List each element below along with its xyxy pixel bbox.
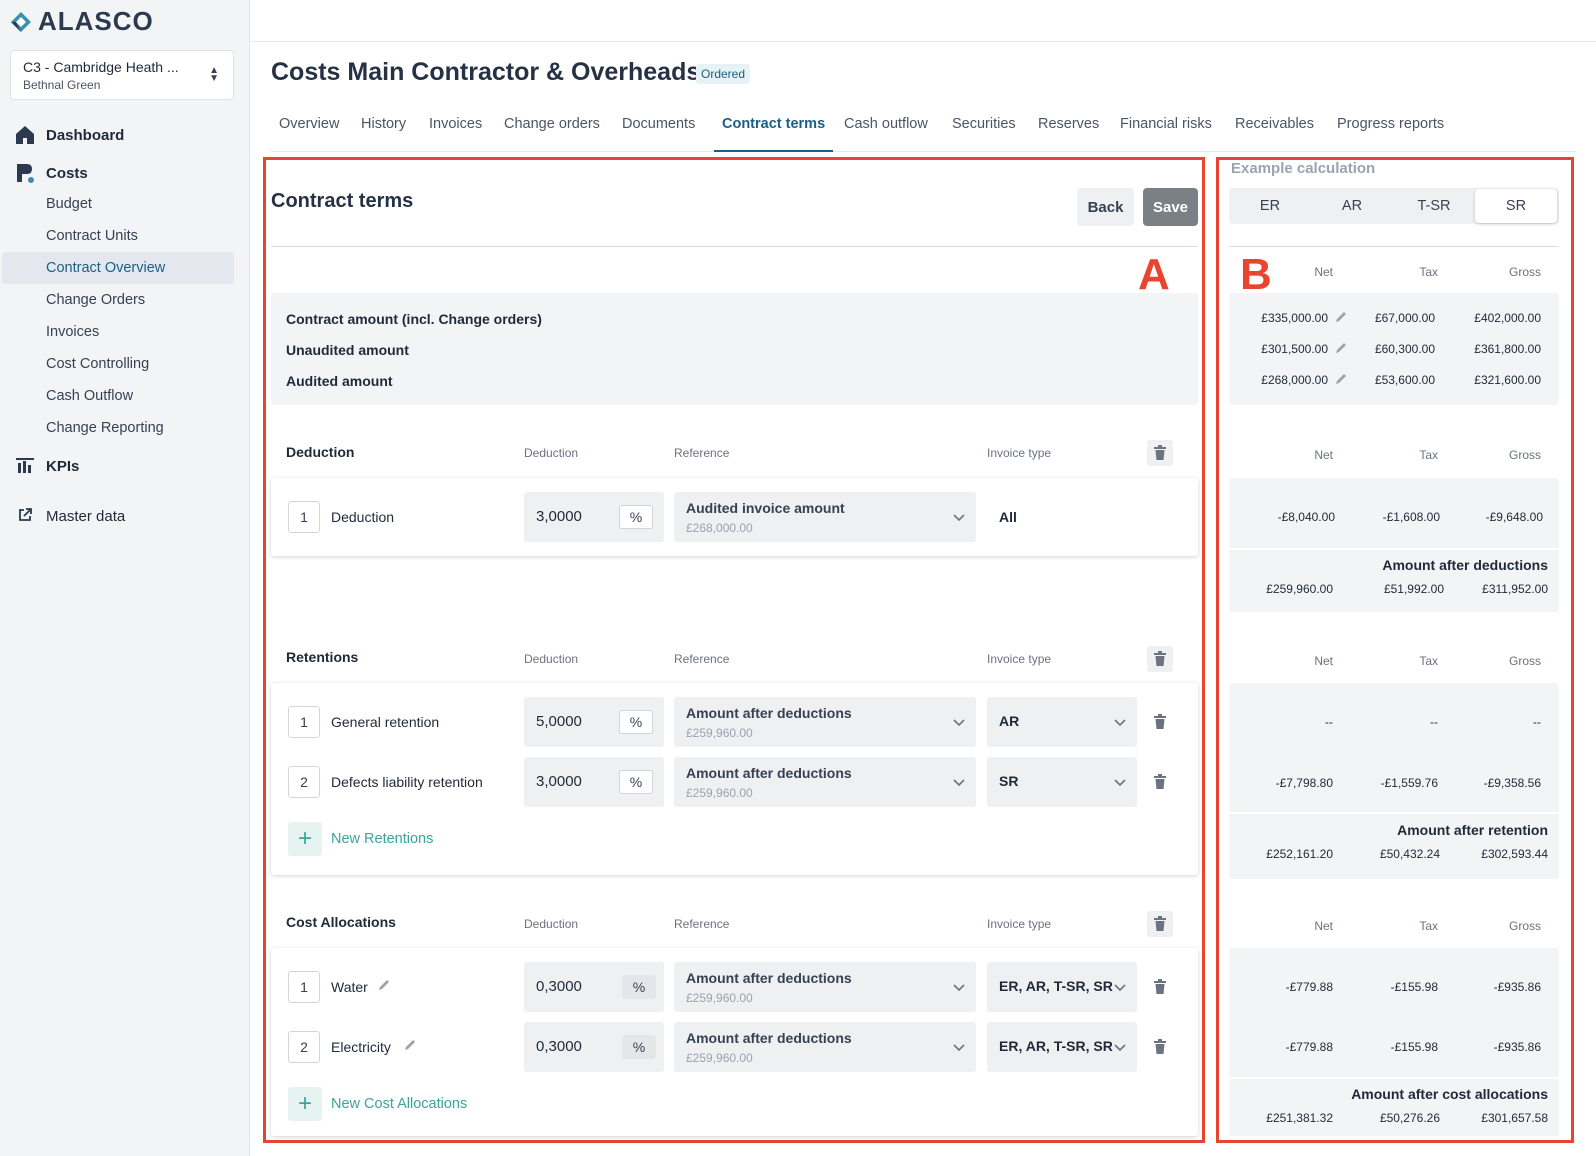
tab-receivables[interactable]: Receivables — [1227, 116, 1322, 152]
nav-contract-units[interactable]: Contract Units — [46, 228, 138, 244]
nav-change-reporting[interactable]: Change Reporting — [46, 420, 164, 436]
tab-cash-outflow[interactable]: Cash outflow — [836, 116, 936, 152]
tab-financial-risks[interactable]: Financial risks — [1112, 116, 1220, 152]
nav-budget[interactable]: Budget — [46, 196, 92, 212]
nav-change-orders[interactable]: Change Orders — [46, 292, 145, 308]
nav-costs[interactable]: Costs — [0, 162, 234, 188]
top-bar — [251, 0, 1596, 42]
project-selector[interactable]: C3 - Cambridge Heath ... Bethnal Green ▲… — [10, 50, 234, 100]
nav-invoices[interactable]: Invoices — [46, 324, 99, 340]
chart-icon — [16, 458, 34, 473]
nav-dashboard-label: Dashboard — [46, 127, 125, 144]
highlight-frame-a — [263, 157, 1205, 1143]
alasco-logo-icon — [11, 11, 31, 32]
nav-kpis[interactable]: KPIs — [0, 455, 234, 481]
project-name: C3 - Cambridge Heath ... — [23, 59, 179, 75]
logo-text: ALASCO — [38, 6, 154, 36]
sidebar: ALASCO C3 - Cambridge Heath ... Bethnal … — [0, 0, 250, 1156]
sort-arrows-icon: ▲ ▼ — [209, 65, 219, 84]
tab-overview[interactable]: Overview — [271, 116, 347, 152]
tab-progress-reports[interactable]: Progress reports — [1329, 116, 1452, 152]
highlight-frame-b — [1216, 157, 1574, 1143]
costs-icon — [17, 164, 34, 183]
nav-cash-outflow[interactable]: Cash Outflow — [46, 388, 133, 404]
page-title: Costs Main Contractor & Overheads — [271, 58, 701, 86]
nav-kpis-label: KPIs — [46, 458, 80, 475]
tab-history[interactable]: History — [353, 116, 414, 152]
nav-contract-overview[interactable]: Contract Overview — [46, 260, 165, 276]
nav-dashboard[interactable]: Dashboard — [0, 124, 234, 150]
tab-change-orders[interactable]: Change orders — [496, 116, 608, 152]
tab-bar: Overview History Invoices Change orders … — [271, 116, 1576, 152]
tab-documents[interactable]: Documents — [614, 116, 703, 152]
nav-master-data[interactable]: Master data — [0, 505, 234, 531]
tab-securities[interactable]: Securities — [944, 116, 1024, 152]
nav-cost-controlling[interactable]: Cost Controlling — [46, 356, 149, 372]
tab-invoices[interactable]: Invoices — [421, 116, 490, 152]
external-link-icon — [19, 508, 32, 521]
tab-reserves[interactable]: Reserves — [1030, 116, 1107, 152]
nav-costs-label: Costs — [46, 165, 88, 182]
status-badge: Ordered — [696, 64, 751, 84]
project-location: Bethnal Green — [23, 78, 101, 92]
home-icon — [16, 126, 34, 144]
nav-master-data-label: Master data — [46, 508, 126, 525]
logo[interactable]: ALASCO — [10, 6, 154, 37]
tab-contract-terms[interactable]: Contract terms — [714, 116, 834, 152]
